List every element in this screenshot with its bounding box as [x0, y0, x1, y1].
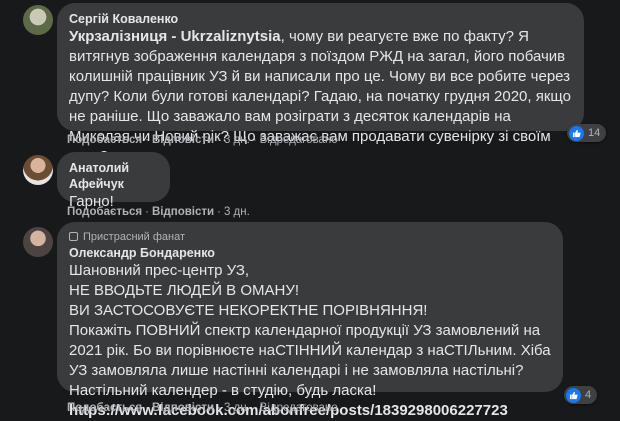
- comment-bubble: Пристрасний фанат Олександр Бондаренко Ш…: [57, 222, 563, 419]
- comment-line: Покажіть ПОВНИЙ спектр календарної проду…: [69, 322, 551, 399]
- comment-line: НЕ ВВОДЬТЕ ЛЮДЕЙ В ОМАНУ!: [69, 282, 300, 299]
- comment-author[interactable]: Анатолий Афейчук: [69, 160, 158, 192]
- reaction-summary[interactable]: 14: [567, 124, 607, 142]
- comment-time[interactable]: 3 дн.: [224, 134, 250, 146]
- comment-time[interactable]: 3 дн.: [224, 206, 250, 218]
- comment-bubble: Сергій Коваленко Укрзалізниця - Ukrzaliz…: [57, 3, 584, 165]
- like-button[interactable]: Подобається: [67, 134, 142, 146]
- mention-link[interactable]: Укрзалізниця - Ukrzaliznytsia: [69, 28, 281, 45]
- avatar[interactable]: [23, 227, 53, 257]
- edited-label: Відредаговано: [259, 134, 338, 146]
- reply-button[interactable]: Відповісти: [152, 402, 214, 414]
- comment-actions: Подобається · Відповісти · 3 дн.: [67, 206, 250, 218]
- comment-time[interactable]: 3 дн.: [224, 402, 250, 414]
- comment-text: Укрзалізниця - Ukrzaliznytsia, чому ви р…: [69, 27, 572, 167]
- avatar[interactable]: [23, 155, 53, 185]
- reply-button[interactable]: Відповісти: [152, 134, 214, 146]
- comment-author[interactable]: Олександр Бондаренко: [69, 245, 551, 261]
- comment-author[interactable]: Сергій Коваленко: [69, 11, 572, 27]
- comment-body: Шановний прес-центр УЗ, НЕ ВВОДЬТЕ ЛЮДЕЙ…: [69, 261, 551, 421]
- edited-label: Відредаговано: [259, 402, 338, 414]
- comment-actions: Подобається · Відповісти · 3 дн. · Відредагова…: [67, 402, 338, 414]
- reaction-summary[interactable]: 4: [564, 386, 598, 404]
- fan-badge: Пристрасний фанат: [69, 230, 551, 244]
- comment-actions: Подобається · Відповісти · 3 дн. · Відредагова…: [67, 134, 338, 146]
- badge-icon: [69, 232, 78, 241]
- comment-line: ВИ ЗАСТОСОВУЄТЕ НЕКОРЕКТНЕ ПОРІВНЯННЯ!: [69, 302, 428, 319]
- comment-bubble: Анатолий Афейчук Гарно!: [57, 152, 170, 210]
- reaction-count: 14: [588, 127, 601, 139]
- comment-line: Шановний прес-центр УЗ,: [69, 262, 250, 279]
- avatar[interactable]: [23, 5, 53, 35]
- like-icon: [569, 125, 584, 141]
- reaction-count: 4: [585, 389, 592, 401]
- reply-button[interactable]: Відповісти: [152, 206, 214, 218]
- fan-badge-label: Пристрасний фанат: [83, 231, 186, 243]
- like-button[interactable]: Подобається: [67, 402, 142, 414]
- like-icon: [566, 387, 581, 403]
- like-button[interactable]: Подобається: [67, 206, 142, 218]
